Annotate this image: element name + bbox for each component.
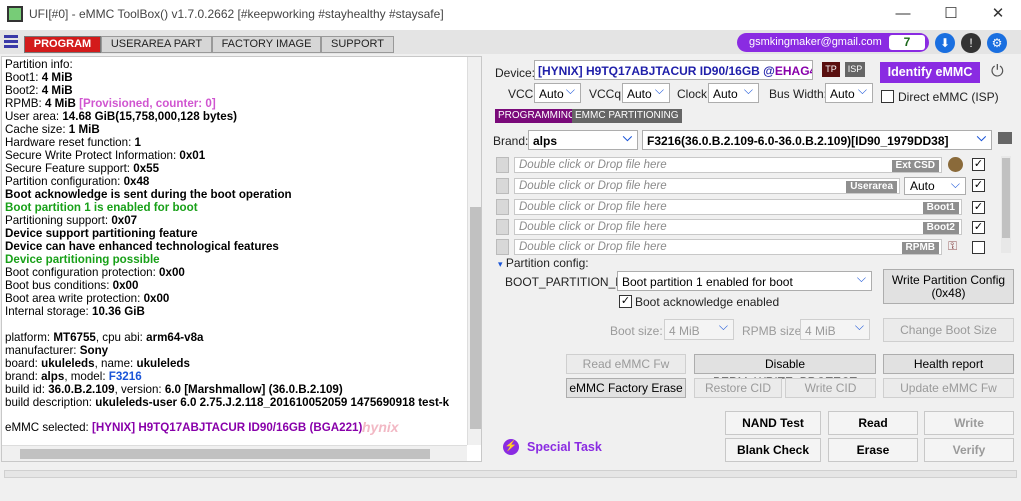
identify-emmc-button[interactable]: Identify eMMC: [880, 62, 980, 83]
isp-button[interactable]: ISP: [845, 62, 865, 77]
log-vertical-scrollbar[interactable]: [467, 57, 481, 445]
special-task-button[interactable]: Special Task: [527, 440, 602, 454]
file-list-scrollbar[interactable]: [1001, 156, 1011, 253]
boot1-checkbox[interactable]: ✓: [972, 201, 985, 214]
special-task-icon[interactable]: ⚡: [503, 439, 519, 455]
device-field[interactable]: [HYNIX] H9TQ17ABJTACUR ID90/16GB @EHAG4a…: [534, 60, 813, 80]
tp-button[interactable]: TP: [822, 62, 840, 77]
boot-size-label: Boot size:: [610, 324, 663, 338]
boot2-checkbox[interactable]: ✓: [972, 221, 985, 234]
model-select[interactable]: F3216(36.0.B.2.109-6.0-36.0.B.2.109)[ID9…: [642, 130, 992, 150]
vccq-label: VCCq:: [589, 87, 625, 101]
clock-label: Clock:: [677, 87, 711, 101]
status-bar: [0, 462, 1021, 501]
userarea-checkbox[interactable]: ✓: [972, 179, 985, 192]
log-text: Partition info: Boot1: 4 MiB Boot2: 4 Mi…: [5, 58, 450, 409]
tab-userarea-part[interactable]: USERAREA PART: [101, 36, 212, 53]
key-icon[interactable]: ⚿: [948, 239, 957, 254]
selected-emmc: eMMC selected: [HYNIX] H9TQ17ABJTACUR ID…: [5, 421, 363, 434]
file-icon: [496, 199, 509, 215]
partition-config-header: ▾ Partition config:: [498, 256, 589, 270]
bus-width-select[interactable]: Auto: [825, 83, 873, 103]
ext-csd-gear-icon[interactable]: [948, 157, 963, 172]
account-badge[interactable]: gsmkingmaker@gmail.com 7: [737, 33, 929, 52]
file-icon: [496, 219, 509, 235]
app-icon: [7, 6, 23, 22]
vccq-select[interactable]: Auto: [622, 83, 670, 103]
emmc-factory-erase-button[interactable]: eMMC Factory Erase: [566, 378, 686, 398]
tab-program[interactable]: PROGRAM: [24, 36, 101, 53]
ext-csd-checkbox[interactable]: ✓: [972, 158, 985, 171]
power-icon[interactable]: ⏻: [991, 63, 1004, 81]
direct-emmc-checkbox[interactable]: [881, 90, 894, 103]
minimize-button[interactable]: —: [880, 0, 926, 30]
chevron-down-icon: ▾: [498, 259, 503, 269]
read-emmc-fw-button[interactable]: Read eMMC Fw: [566, 354, 686, 374]
brand-select[interactable]: alps: [528, 130, 638, 150]
userarea-mode-select[interactable]: Auto: [904, 177, 966, 195]
boot-ack-checkbox[interactable]: ✓: [619, 295, 632, 308]
tab-emmc-partitioning[interactable]: EMMC PARTITIONING: [572, 109, 682, 123]
blank-check-button[interactable]: Blank Check: [725, 438, 821, 462]
bus-width-label: Bus Width:: [769, 87, 828, 101]
folder-icon[interactable]: [998, 132, 1012, 144]
hynix-watermark: hynix: [362, 419, 399, 435]
log-horizontal-scrollbar[interactable]: [2, 445, 467, 461]
vcc-label: VCC:: [508, 87, 537, 101]
device-label: Device:: [495, 66, 536, 80]
info-icon[interactable]: !: [961, 33, 981, 53]
restore-cid-button[interactable]: Restore CID: [694, 378, 782, 398]
log-panel[interactable]: Partition info: Boot1: 4 MiB Boot2: 4 Mi…: [1, 56, 482, 462]
direct-emmc-label: Direct eMMC (ISP): [898, 90, 999, 104]
rpmb-size-select[interactable]: 4 MiB: [800, 319, 870, 340]
change-boot-size-button[interactable]: Change Boot Size: [883, 318, 1014, 342]
file-icon: [496, 239, 509, 255]
tab-programming[interactable]: PROGRAMMING: [495, 109, 579, 123]
verify-button[interactable]: Verify: [924, 438, 1014, 462]
window-title: UFI[#0] - eMMC ToolBox() v1.7.0.2662 [#k…: [29, 7, 444, 21]
update-emmc-fw-button[interactable]: Update eMMC Fw: [883, 378, 1014, 398]
download-icon[interactable]: ⬇: [935, 33, 955, 53]
vcc-select[interactable]: Auto: [534, 83, 581, 103]
brand-label: Brand:: [493, 134, 529, 148]
tab-support[interactable]: SUPPORT: [321, 36, 394, 53]
write-button[interactable]: Write: [924, 411, 1014, 435]
boot-partition-en-label: BOOT_PARTITION_EN: [505, 275, 632, 289]
boot-ack-label: Boot acknowledge enabled: [635, 295, 780, 309]
gear-icon[interactable]: ⚙: [987, 33, 1007, 53]
file-icon: [496, 157, 509, 173]
rpmb-size-label: RPMB size:: [742, 324, 805, 338]
maximize-button[interactable]: ☐: [928, 0, 974, 30]
userarea-file-field[interactable]: Double click or Drop file here Userarea: [514, 178, 900, 194]
hamburger-menu-icon[interactable]: [4, 35, 18, 48]
nand-test-button[interactable]: NAND Test: [725, 411, 821, 435]
boot-size-select[interactable]: 4 MiB: [664, 319, 734, 340]
file-icon: [496, 178, 509, 194]
title-bar: UFI[#0] - eMMC ToolBox() v1.7.0.2662 [#k…: [0, 0, 1021, 30]
progress-bar: [4, 470, 1017, 478]
right-panel: Device: [HYNIX] H9TQ17ABJTACUR ID90/16GB…: [488, 56, 1021, 462]
health-report-button[interactable]: Health report: [883, 354, 1014, 374]
write-partition-config-button[interactable]: Write Partition Config (0x48): [883, 269, 1014, 304]
close-button[interactable]: ✕: [975, 0, 1021, 30]
erase-button[interactable]: Erase: [828, 438, 918, 462]
boot2-file-field[interactable]: Double click or Drop file here Boot2: [514, 219, 962, 235]
tab-factory-image[interactable]: FACTORY IMAGE: [212, 36, 321, 53]
credit-count: 7: [889, 35, 925, 50]
boot1-file-field[interactable]: Double click or Drop file here Boot1: [514, 199, 962, 215]
ext-csd-file-field[interactable]: Double click or Drop file here Ext CSD: [514, 157, 942, 173]
disable-perm-write-protect-button[interactable]: Disable PERM_WRITE_PROTECT: [694, 354, 876, 389]
rpmb-checkbox[interactable]: [972, 241, 985, 254]
rpmb-file-field[interactable]: Double click or Drop file here RPMB: [514, 239, 942, 255]
clock-select[interactable]: Auto: [708, 83, 759, 103]
account-email: gsmkingmaker@gmail.com: [749, 36, 882, 48]
read-button[interactable]: Read: [828, 411, 918, 435]
boot-partition-select[interactable]: Boot partition 1 enabled for boot: [617, 271, 872, 291]
write-cid-button[interactable]: Write CID: [785, 378, 876, 398]
